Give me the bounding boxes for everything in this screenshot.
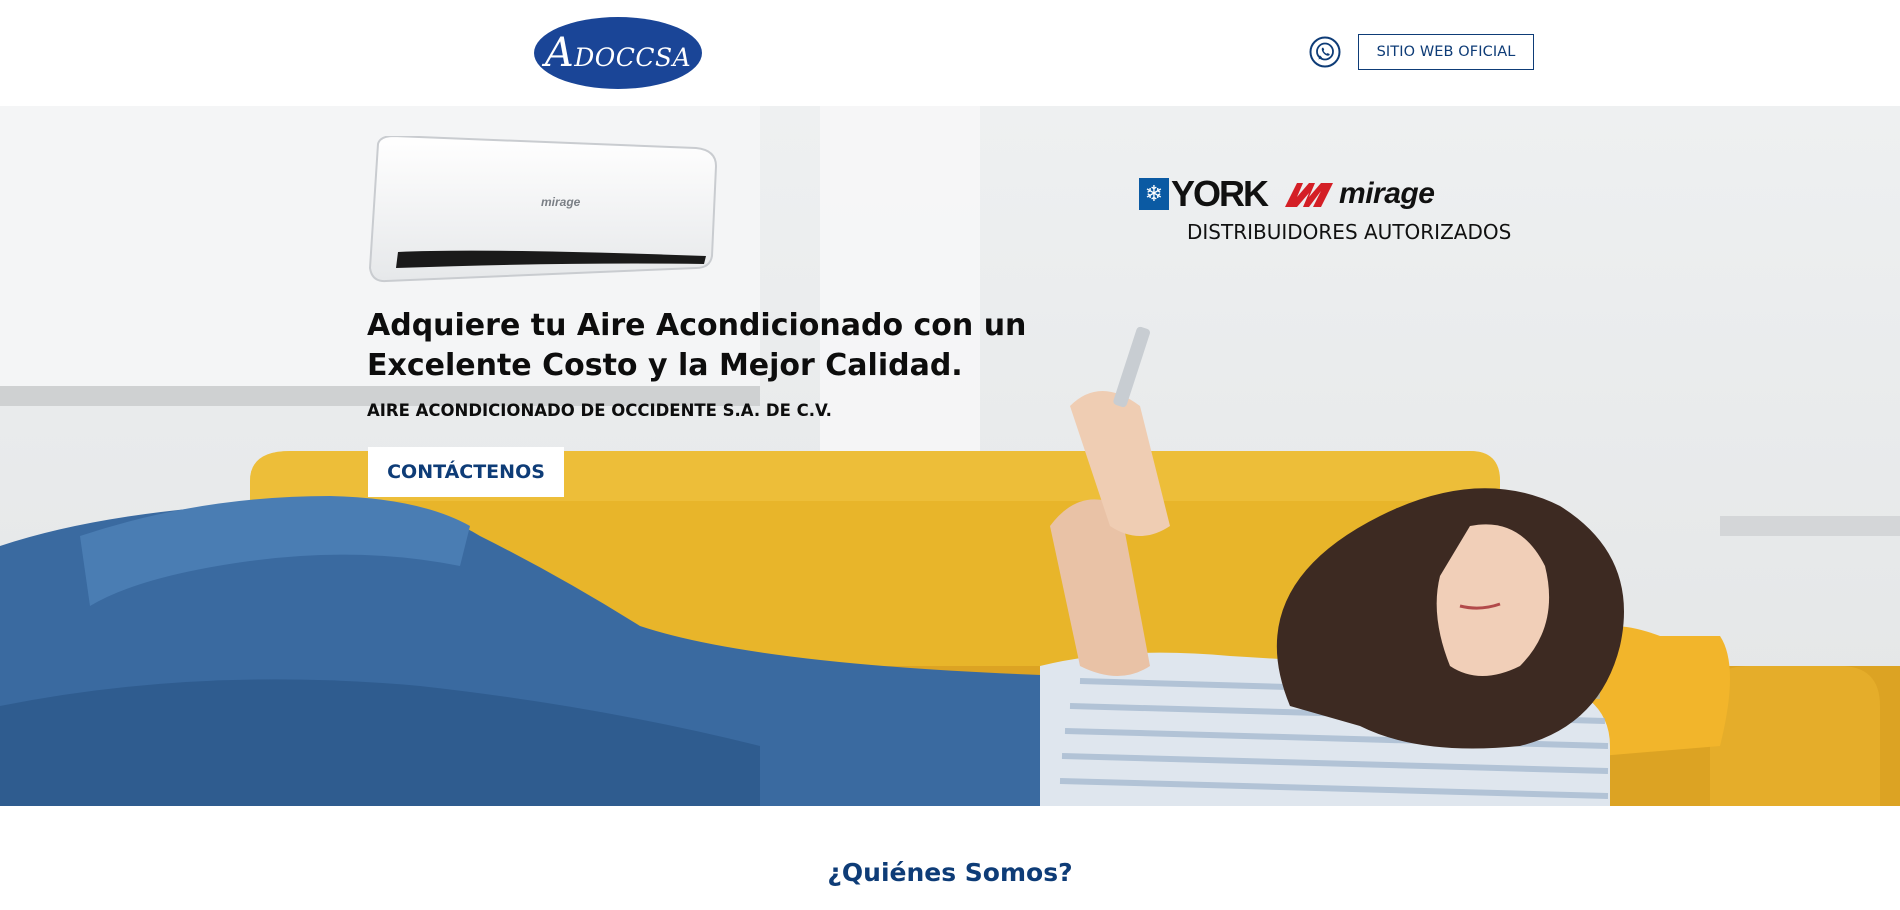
snowflake-icon: ❄	[1139, 178, 1169, 210]
whatsapp-icon[interactable]	[1309, 36, 1341, 68]
official-site-button[interactable]: SITIO WEB OFICIAL	[1358, 34, 1534, 70]
brands-caption: DISTRIBUIDORES AUTORIZADOS	[1187, 220, 1512, 244]
york-wordmark: YORK	[1171, 173, 1269, 214]
air-conditioner-image: mirage	[368, 136, 718, 283]
adoccsa-logo[interactable]: ADOCCSA	[534, 17, 702, 89]
hero-headline: Adquiere tu Aire Acondicionado con un Ex…	[367, 308, 1027, 383]
site-header: ADOCCSA SITIO WEB OFICIAL	[0, 0, 1900, 106]
mirage-wordmark: mirage	[1339, 177, 1435, 210]
hero-banner: mirage ❄ YORK mirage DISTRIBUIDORES AUTO…	[0, 106, 1900, 806]
ac-unit-brand: mirage	[541, 195, 581, 209]
mirage-logo: mirage	[1283, 177, 1435, 211]
contact-button[interactable]: CONTÁCTENOS	[368, 447, 564, 497]
mirage-emblem-icon	[1285, 183, 1334, 207]
company-name: AIRE ACONDICIONADO DE OCCIDENTE S.A. DE …	[367, 401, 832, 420]
logo-text: ADOCCSA	[544, 30, 692, 76]
brand-logos: ❄ YORK mirage	[1139, 173, 1521, 215]
hero-background-photo	[0, 106, 1900, 806]
about-us-heading: ¿Quiénes Somos?	[827, 858, 1073, 887]
york-logo: ❄ YORK	[1139, 173, 1269, 215]
